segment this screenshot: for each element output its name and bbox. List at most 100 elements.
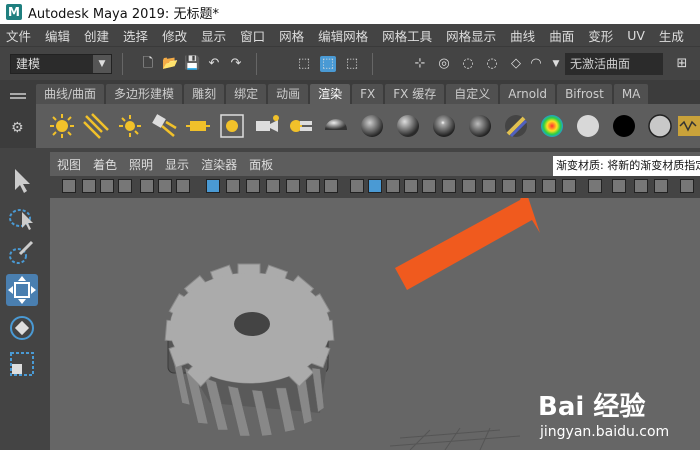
exposure-icon[interactable]	[612, 179, 626, 193]
gamma-icon[interactable]	[634, 179, 648, 193]
scale-tool-icon[interactable]	[6, 348, 38, 380]
xray-active-icon[interactable]	[482, 179, 496, 193]
safe-title-icon[interactable]	[324, 179, 338, 193]
move-tool-button[interactable]	[6, 274, 38, 306]
gate-mask-icon[interactable]	[266, 179, 280, 193]
menu-surfaces[interactable]: 曲面	[549, 26, 574, 45]
select-by-hierarchy-icon[interactable]: ⬚	[296, 56, 312, 72]
select-by-component-icon[interactable]: ⬚	[344, 56, 360, 72]
point-light-icon[interactable]	[116, 112, 144, 140]
history-icon[interactable]: ⊞	[674, 56, 690, 72]
shelf-tab-mash[interactable]: MA	[613, 84, 649, 104]
panel-menu-renderer[interactable]: 渲染器	[201, 156, 237, 174]
ramp-shader-icon[interactable]	[538, 112, 566, 140]
redo-icon[interactable]: ↷	[228, 56, 244, 72]
menu-edit[interactable]: 编辑	[45, 26, 70, 45]
grease-pencil-icon[interactable]	[158, 179, 172, 193]
shelf-tab-custom[interactable]: 自定义	[446, 84, 499, 104]
area-light-icon[interactable]	[184, 112, 212, 140]
xray-icon[interactable]	[462, 179, 476, 193]
phonge-sphere-icon[interactable]	[430, 112, 458, 140]
use-background-icon[interactable]	[646, 112, 674, 140]
lasso-tool-icon[interactable]	[6, 202, 38, 234]
menu-deform[interactable]: 变形	[588, 26, 613, 45]
menu-create[interactable]: 创建	[84, 26, 109, 45]
menu-mesh-tools[interactable]: 网格工具	[382, 26, 432, 45]
xray-joints-icon[interactable]	[502, 179, 516, 193]
camera-select-icon[interactable]	[82, 179, 96, 193]
panel-menu-show[interactable]: 显示	[165, 156, 189, 174]
menu-edit-mesh[interactable]: 编辑网格	[318, 26, 368, 45]
grid-toggle-icon[interactable]	[176, 179, 190, 193]
select-by-object-icon[interactable]: ⬚	[320, 56, 336, 72]
snap-point-icon[interactable]: ◌	[460, 56, 476, 72]
shelf-tab-rendering[interactable]: 渲染	[310, 84, 351, 104]
lambert-sphere-icon[interactable]	[358, 112, 386, 140]
select-tool-icon[interactable]	[6, 164, 38, 196]
grid-icon[interactable]	[206, 179, 220, 193]
mode-selector[interactable]: 建模 ▼	[10, 54, 112, 74]
2d-pan-zoom-icon[interactable]	[140, 179, 154, 193]
shelf-tab-fx[interactable]: FX	[352, 84, 384, 104]
gear-icon[interactable]: ⚙	[11, 120, 24, 136]
chevron-down-icon[interactable]: ▼	[548, 56, 564, 72]
wireframe-icon[interactable]	[350, 179, 364, 193]
shelf-tab-animation[interactable]: 动画	[268, 84, 309, 104]
shelf-menu-icon[interactable]	[10, 93, 26, 95]
menu-display[interactable]: 显示	[201, 26, 226, 45]
paint-select-tool-icon[interactable]	[6, 238, 38, 270]
ambient-light-icon[interactable]	[48, 112, 76, 140]
phong-sphere-icon[interactable]	[394, 112, 422, 140]
anti-aliasing-icon[interactable]	[562, 179, 576, 193]
textured-icon[interactable]	[404, 179, 418, 193]
open-scene-icon[interactable]: 📂	[162, 56, 178, 72]
undo-icon[interactable]: ↶	[206, 56, 222, 72]
new-scene-icon[interactable]: 🗋	[140, 56, 156, 72]
motion-blur-icon[interactable]	[542, 179, 556, 193]
shelf-tab-fx-caching[interactable]: FX 缓存	[385, 84, 445, 104]
shelf-tab-bifrost[interactable]: Bifrost	[557, 84, 612, 104]
shelf-tab-sculpting[interactable]: 雕刻	[184, 84, 225, 104]
blinn-sphere-icon[interactable]	[322, 112, 350, 140]
panel-menu-view[interactable]: 视图	[57, 156, 81, 174]
snap-grid-icon[interactable]: ⊹	[412, 56, 428, 72]
snap-curve-icon[interactable]: ◎	[436, 56, 452, 72]
menu-mesh[interactable]: 网格	[279, 26, 304, 45]
panel-menu-lighting[interactable]: 照明	[129, 156, 153, 174]
smooth-shade-icon[interactable]	[368, 179, 382, 193]
menu-window[interactable]: 窗口	[240, 26, 265, 45]
isolate-select-icon[interactable]	[588, 179, 602, 193]
anisotropic-sphere-icon[interactable]	[466, 112, 494, 140]
shelf-tab-arnold[interactable]: Arnold	[500, 84, 556, 104]
volume-light-icon[interactable]	[218, 112, 246, 140]
shelf-tab-poly-modeling[interactable]: 多边形建模	[106, 84, 183, 104]
color-management-icon[interactable]	[654, 179, 668, 193]
resolution-gate-icon[interactable]	[246, 179, 260, 193]
panel-layout-icon[interactable]	[680, 179, 694, 193]
camera-icon[interactable]	[252, 112, 280, 140]
layered-shader-icon[interactable]	[502, 112, 530, 140]
menu-mesh-display[interactable]: 网格显示	[446, 26, 496, 45]
menu-generate[interactable]: 生成	[659, 26, 684, 45]
save-scene-icon[interactable]: 💾	[184, 56, 200, 72]
menu-modify[interactable]: 修改	[162, 26, 187, 45]
menu-select[interactable]: 选择	[123, 26, 148, 45]
panel-menu-panels[interactable]: 面板	[249, 156, 273, 174]
shelf-tab-rigging[interactable]: 绑定	[226, 84, 267, 104]
use-all-lights-icon[interactable]	[422, 179, 436, 193]
wireframe-on-shaded-icon[interactable]	[386, 179, 400, 193]
no-live-surface-field[interactable]: 无激活曲面	[565, 53, 663, 75]
directional-light-icon[interactable]	[82, 112, 110, 140]
bookmark-icon[interactable]	[100, 179, 114, 193]
field-chart-icon[interactable]	[286, 179, 300, 193]
menu-curves[interactable]: 曲线	[510, 26, 535, 45]
panel-menu-shading[interactable]: 着色	[93, 156, 117, 174]
ambient-occlusion-icon[interactable]	[522, 179, 536, 193]
hypershade-icon[interactable]	[676, 112, 700, 140]
gear-object[interactable]	[164, 263, 335, 437]
snap-options-icon[interactable]: ◠	[528, 56, 544, 72]
snap-view-plane-icon[interactable]: ◌	[484, 56, 500, 72]
film-gate-icon[interactable]	[226, 179, 240, 193]
shelf-tab-curves-surfaces[interactable]: 曲线/曲面	[36, 84, 105, 104]
shading-sphere-white-icon[interactable]	[574, 112, 602, 140]
